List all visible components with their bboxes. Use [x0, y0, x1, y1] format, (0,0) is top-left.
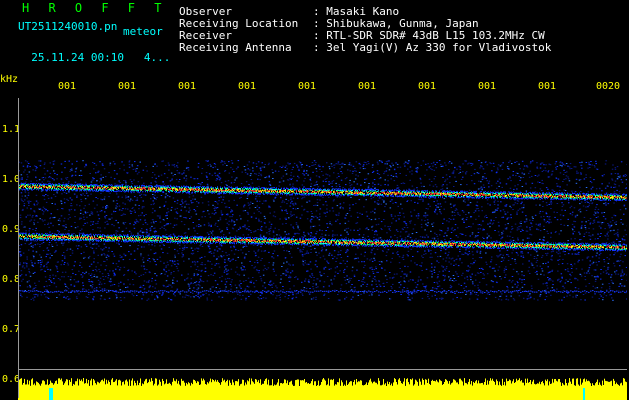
time-tick-label: 001	[118, 81, 137, 92]
time-tick-label: 001	[538, 81, 557, 92]
time-tick-label: 001	[178, 81, 197, 92]
spectrogram-plot	[18, 98, 627, 400]
capture-datetime: 25.11.24 00:10 4...	[18, 40, 170, 64]
datetime-value: 25.11.24 00:10	[31, 51, 124, 64]
file-name: UT2511240010.pn	[18, 20, 118, 33]
antenna-label: Receiving Antenna	[179, 41, 292, 54]
time-tick-label: 001	[358, 81, 377, 92]
antenna-value: : 3el Yagi(V) Az 330 for Vladivostok	[313, 41, 552, 54]
meteor-count: 4...	[143, 51, 171, 64]
time-tick-label: 001	[58, 81, 77, 92]
time-tick-label: 001	[298, 81, 317, 92]
time-tick-label: 001	[418, 81, 437, 92]
time-tick-label: 001	[478, 81, 497, 92]
meteor-label: meteor	[123, 25, 163, 38]
plot-left-border	[18, 98, 19, 398]
frequency-unit-label: kHz	[0, 74, 19, 85]
app-brand: H R O F F T	[22, 1, 168, 15]
spectrogram-canvas	[18, 160, 627, 400]
time-tick-label: 0020	[596, 81, 621, 92]
baseline-divider	[18, 369, 627, 370]
time-tick-label: 001	[238, 81, 257, 92]
